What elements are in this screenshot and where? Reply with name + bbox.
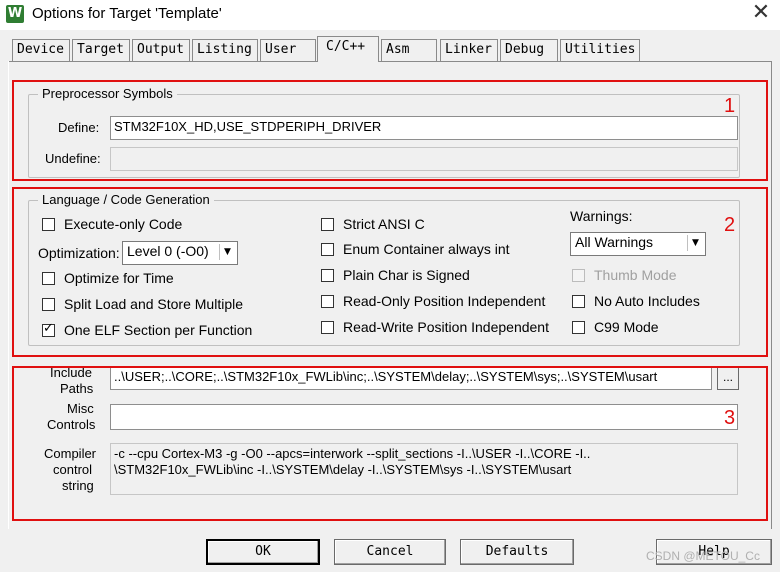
annotation-box-2 [12,187,768,357]
app-icon: W [6,5,24,23]
tab-asm[interactable]: Asm [381,39,437,61]
tab-listing[interactable]: Listing [192,39,258,61]
annotation-box-1 [12,80,768,181]
defaults-button[interactable]: Defaults [460,539,574,565]
annotation-number-2: 2 [724,214,736,236]
tab-output[interactable]: Output [132,39,190,61]
watermark: CSDN @METOU_Cc [646,549,760,563]
tab-utilities[interactable]: Utilities [560,39,640,61]
cancel-button[interactable]: Cancel [334,539,446,565]
tab-user[interactable]: User [260,39,316,61]
close-icon[interactable]: ✕ [748,2,774,26]
tab-device[interactable]: Device [12,39,70,61]
tab-c-cpp[interactable]: C/C++ [317,36,379,62]
tab-linker[interactable]: Linker [440,39,498,61]
annotation-number-1: 1 [724,95,736,117]
tab-debug[interactable]: Debug [500,39,558,61]
annotation-box-3 [12,366,768,521]
ok-button[interactable]: OK [206,539,320,565]
annotation-number-3: 3 [724,407,736,429]
window-title: Options for Target 'Template' [32,5,222,22]
tab-target[interactable]: Target [72,39,130,61]
